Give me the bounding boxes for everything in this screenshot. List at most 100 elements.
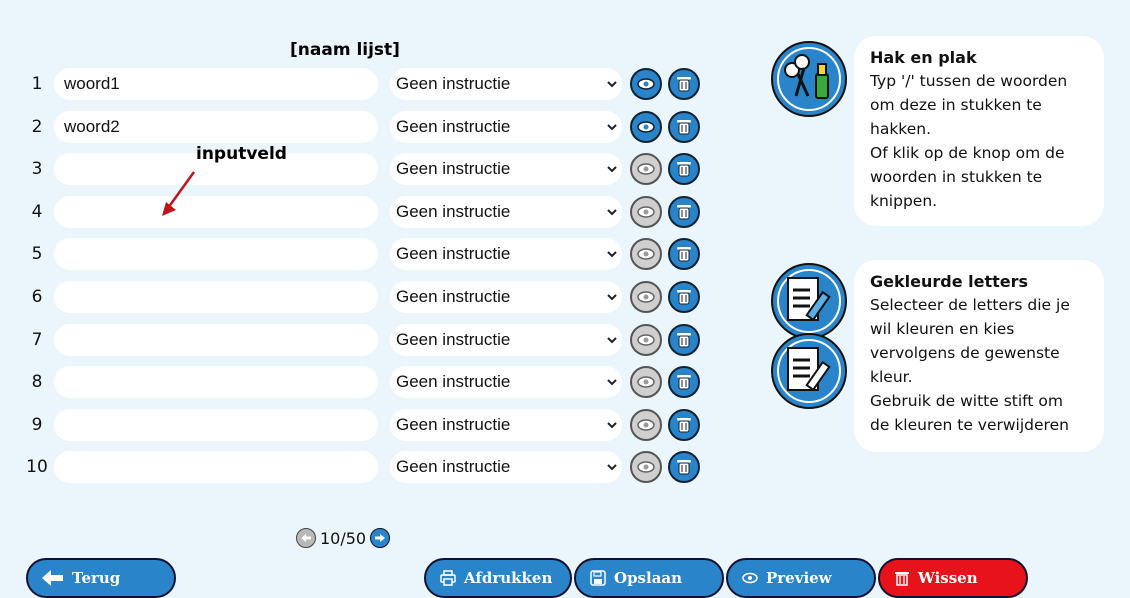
delete-row-button[interactable] [668,153,700,186]
word-row: 8 Geen instructie [26,366,706,400]
eye-icon [637,206,655,218]
word-row: 2 Geen instructie [26,110,706,145]
back-button[interactable]: Terug [26,558,176,598]
preview-row-button[interactable] [630,110,662,143]
trash-icon [677,77,691,92]
delete-row-button[interactable] [668,195,700,228]
word-input[interactable] [54,323,378,356]
instruction-select[interactable]: Geen instructie [390,408,622,441]
delete-row-button[interactable] [668,281,700,313]
chevron-down-icon [607,422,617,429]
chevron-down-icon [607,166,617,173]
annotation-arrow-icon [162,171,196,216]
delete-row-button[interactable] [668,408,700,441]
help-cut-text: Typ '/' tussen de woorden om deze in stu… [870,72,1068,210]
word-input[interactable] [54,281,378,313]
delete-row-button[interactable] [668,238,700,271]
row-number: 6 [31,287,43,307]
instruction-select-label: Geen instructie [396,244,511,264]
chevron-down-icon [607,209,617,216]
print-button[interactable]: Afdrukken [424,558,572,598]
word-input[interactable] [54,110,378,143]
trash-icon [677,332,691,348]
instruction-select-label: Geen instructie [396,201,511,221]
chevron-down-icon [607,336,617,344]
preview-row-button[interactable] [630,366,662,399]
instruction-select-label: Geen instructie [396,372,511,392]
instruction-select-label: Geen instructie [396,457,511,477]
instruction-select[interactable]: Geen instructie [390,366,622,399]
delete-row-button[interactable] [668,323,700,356]
chevron-down-icon [607,81,617,88]
preview-row-button[interactable] [630,153,662,186]
delete-row-button[interactable] [668,451,700,484]
word-input[interactable] [54,195,378,228]
preview-row-button[interactable] [630,451,662,484]
row-number: 10 [26,457,48,478]
preview-button[interactable]: Preview [726,558,876,598]
trash-icon [677,119,691,135]
help-card-color: Gekleurde letters Selecteer de letters d… [854,260,1104,452]
eye-icon [637,376,655,388]
chevron-down-icon [607,123,617,131]
eye-icon [637,461,655,474]
preview-row-button[interactable] [630,323,662,356]
instruction-select[interactable]: Geen instructie [390,153,622,186]
preview-row-button[interactable] [630,238,662,271]
instruction-select[interactable]: Geen instructie [390,68,622,100]
instruction-select-label: Geen instructie [396,329,511,349]
document-white-marker-icon [771,333,847,409]
help-cut-title: Hak en plak [870,48,977,67]
help-color-title: Gekleurde letters [870,272,1029,291]
instruction-select[interactable]: Geen instructie [390,110,622,143]
list-title: [naam lijst] [290,40,400,60]
chevron-down-icon [607,294,617,301]
save-button[interactable]: Opslaan [574,558,724,598]
word-input[interactable] [54,408,378,441]
delete-row-button[interactable] [668,68,700,100]
row-number: 5 [31,244,43,265]
chevron-down-icon [607,464,617,471]
row-number: 8 [31,372,43,393]
instruction-select-label: Geen instructie [396,74,511,93]
clear-button[interactable]: Wissen [878,558,1028,598]
instruction-select[interactable]: Geen instructie [390,451,622,484]
prev-page-button[interactable] [296,528,316,548]
trash-icon [894,570,910,586]
word-input[interactable] [54,238,378,271]
instruction-select-label: Geen instructie [396,159,511,179]
instruction-select-label: Geen instructie [396,414,511,434]
help-color-text: Selecteer de letters die je wil kleuren … [870,296,1070,434]
trash-icon [677,460,691,475]
preview-row-button[interactable] [630,195,662,228]
instruction-select[interactable]: Geen instructie [390,238,622,271]
preview-row-button[interactable] [630,68,662,100]
document-marker-icon [771,263,847,339]
word-input[interactable] [54,68,378,100]
delete-row-button[interactable] [668,366,700,399]
instruction-select[interactable]: Geen instructie [390,323,622,356]
next-page-button[interactable] [370,528,390,548]
instruction-select[interactable]: Geen instructie [390,281,622,313]
trash-icon [677,162,691,177]
delete-row-button[interactable] [668,110,700,143]
annotation-label: inputveld [196,144,287,164]
row-number: 4 [31,201,43,222]
arrow-left-icon [301,534,311,542]
word-row: 5 Geen instructie [26,238,706,272]
row-number: 2 [31,116,43,137]
preview-row-button[interactable] [630,408,662,441]
row-number: 7 [31,329,43,350]
word-input[interactable] [54,366,378,399]
eye-icon [637,78,655,90]
eye-icon [637,120,655,133]
word-row: 4 Geen instructie [26,195,706,230]
preview-row-button[interactable] [630,281,662,313]
pager-text: 10/50 [320,529,367,548]
trash-icon [677,204,691,220]
instruction-select[interactable]: Geen instructie [390,195,622,228]
arrow-right-icon [375,534,385,542]
word-input[interactable] [54,451,378,484]
floppy-disk-icon [590,570,606,586]
word-row: 6 Geen instructie [26,281,706,315]
